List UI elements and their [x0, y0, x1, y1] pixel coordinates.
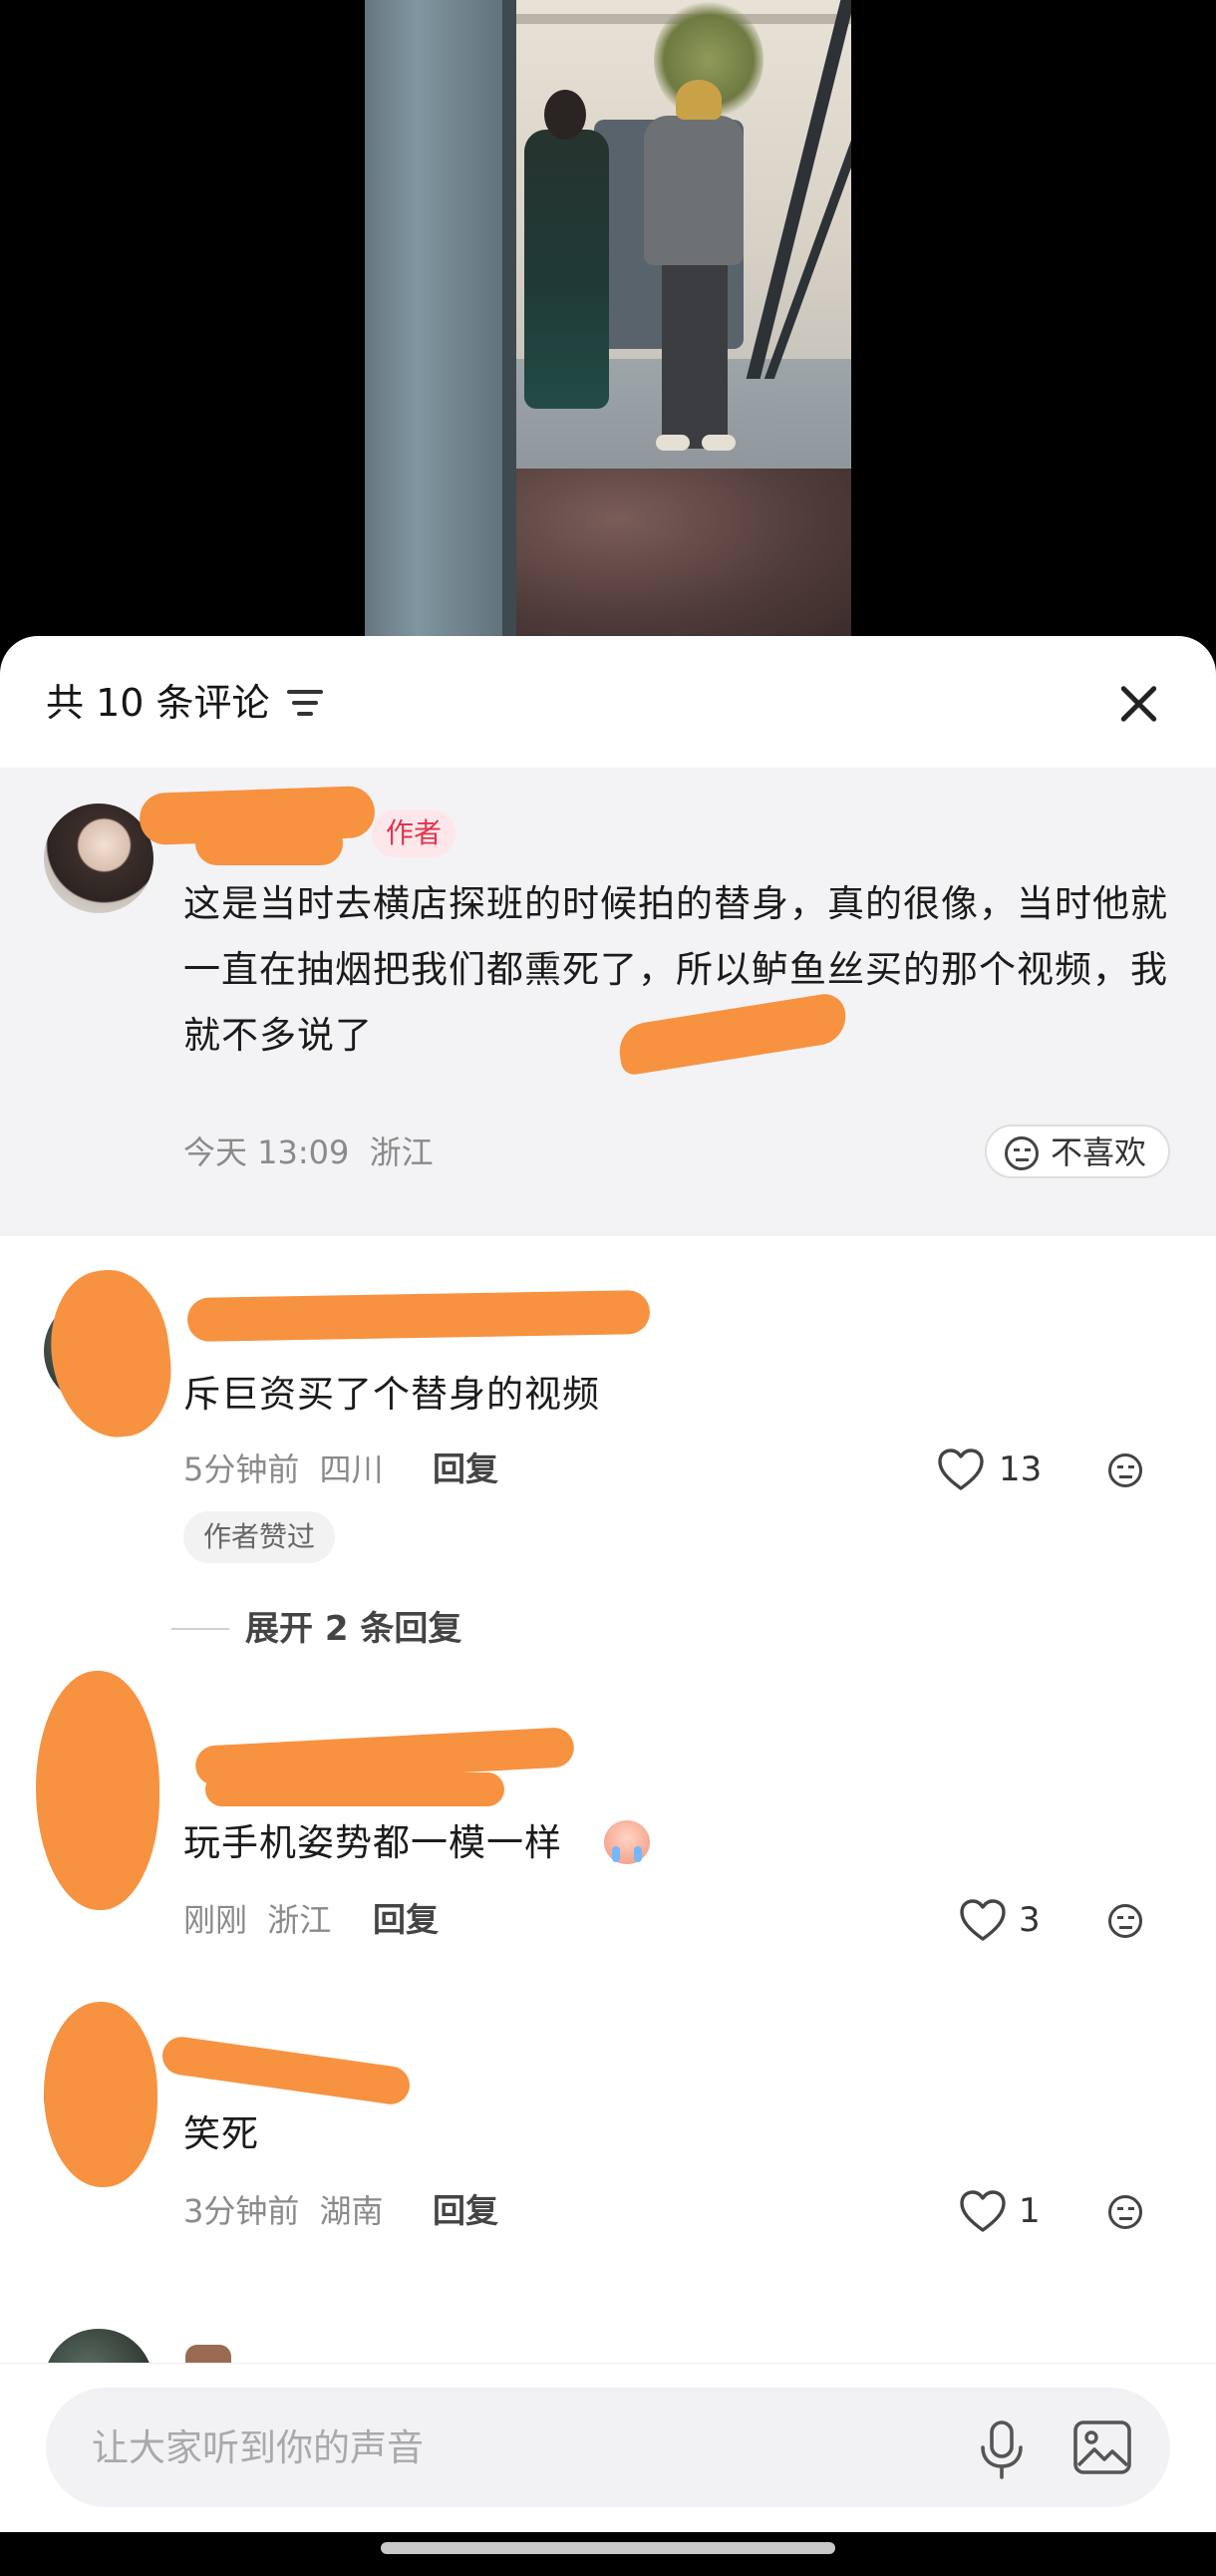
close-icon[interactable]	[1114, 680, 1162, 728]
author-badge: 作者	[372, 809, 456, 857]
microphone-icon[interactable]	[977, 2419, 1027, 2481]
redacted-username	[205, 1772, 504, 1806]
home-indicator[interactable]	[381, 2542, 835, 2554]
redacted-avatar	[36, 1671, 159, 1910]
video-person-left	[514, 90, 614, 409]
video-shrubs	[516, 469, 851, 638]
like-count: 1	[1019, 2191, 1041, 2231]
comment-text: 斥巨资买了个替身的视频	[183, 1373, 600, 1416]
comment-time: 刚刚	[183, 1901, 248, 1939]
heart-outline-icon[interactable]	[959, 1898, 1007, 1942]
neutral-face-icon[interactable]	[1108, 1453, 1142, 1487]
person-shoe	[656, 435, 690, 451]
person-cap	[676, 80, 722, 120]
system-nav-area	[0, 2532, 1216, 2576]
neutral-face-icon[interactable]	[1108, 1904, 1142, 1938]
comment-time: 5分钟前	[183, 1450, 300, 1488]
comment-count-title: 共 10 条评论	[46, 681, 270, 725]
comments-header: 共 10 条评论	[0, 636, 1216, 768]
expand-divider	[171, 1628, 229, 1630]
comment-meta: 5分钟前 四川	[183, 1446, 384, 1493]
comment-time: 今天 13:09	[183, 1133, 350, 1171]
video-pillar	[365, 0, 514, 638]
redacted-avatar	[44, 2002, 157, 2187]
video-player[interactable]	[0, 0, 1216, 638]
like-count: 13	[999, 1449, 1043, 1489]
comment-text: 笑死	[183, 2112, 259, 2155]
reply-button[interactable]: 回复	[373, 1896, 439, 1944]
person-legs	[662, 259, 728, 449]
person-coat	[524, 130, 609, 409]
redacted-username	[186, 1289, 651, 1343]
neutral-face-icon[interactable]	[1108, 2195, 1142, 2229]
image-icon[interactable]	[1072, 2419, 1132, 2475]
pinned-comment-meta: 今天 13:09 浙江	[183, 1128, 434, 1176]
comment-location: 湖南	[319, 2192, 384, 2230]
comment-location: 四川	[319, 1450, 384, 1488]
comment-location: 浙江	[369, 1133, 434, 1171]
comment-text: 玩手机姿势都一模一样	[183, 1810, 981, 1876]
video-frame	[365, 0, 851, 638]
reply-button[interactable]: 回复	[433, 1446, 498, 1493]
expand-replies-button[interactable]: 展开 2 条回复	[245, 1603, 461, 1655]
person-head	[544, 90, 586, 140]
comment-input-bar	[0, 2363, 1216, 2532]
comment-location: 浙江	[267, 1901, 332, 1939]
person-shoe	[702, 435, 736, 451]
dislike-button[interactable]: 不喜欢	[985, 1125, 1170, 1178]
redacted-username	[195, 821, 343, 865]
app-screen: 共 10 条评论 作者 这是当时去横店探班的时候拍的替身，真的很像，当时他就一直…	[0, 0, 1216, 2576]
author-liked-tag: 作者赞过	[183, 1511, 336, 1563]
comment-time: 3分钟前	[183, 2192, 300, 2230]
filter-icon[interactable]	[287, 688, 325, 720]
comment-text-content: 玩手机姿势都一模一样	[183, 1821, 562, 1864]
video-pillar-edge	[502, 0, 516, 638]
neutral-face-icon	[1005, 1136, 1039, 1170]
crying-emoji-icon	[604, 1820, 650, 1864]
person-sweater	[644, 116, 744, 265]
comment-meta: 3分钟前 湖南	[183, 2187, 384, 2235]
reply-button[interactable]: 回复	[433, 2187, 498, 2235]
comment-meta: 刚刚 浙江	[183, 1896, 331, 1944]
like-count: 3	[1019, 1900, 1041, 1940]
avatar[interactable]	[44, 804, 153, 913]
dislike-label: 不喜欢	[1051, 1133, 1147, 1171]
video-person-right	[634, 80, 754, 451]
heart-outline-icon[interactable]	[937, 1448, 985, 1491]
heart-outline-icon[interactable]	[959, 2189, 1007, 2233]
